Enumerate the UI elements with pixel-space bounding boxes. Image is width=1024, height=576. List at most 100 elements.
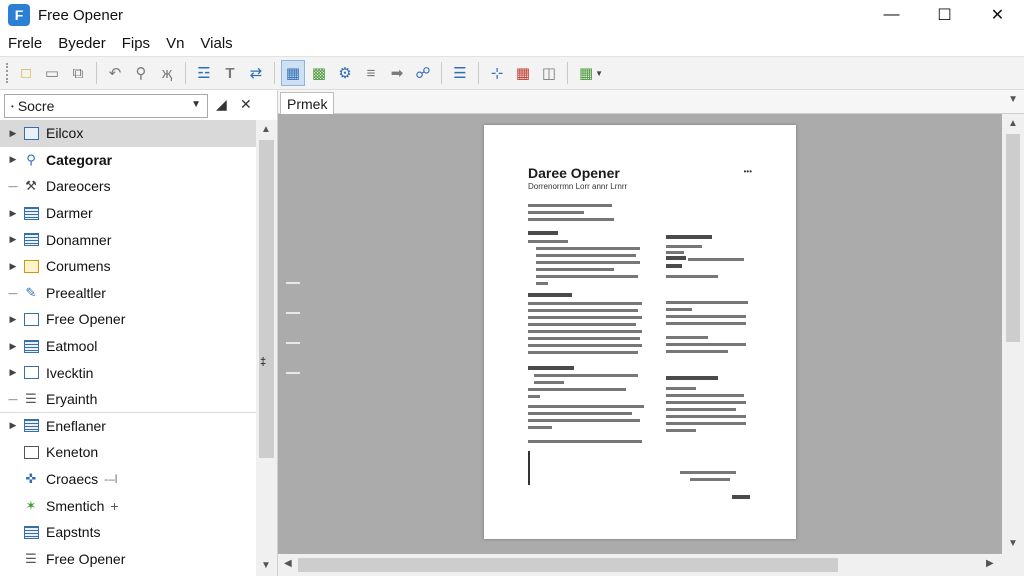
splitter-grip-icon[interactable]: ‡ [260,356,266,368]
scroll-thumb[interactable] [298,558,838,572]
document-page: Daree Opener Dorrenorrmn Lorr annr Lrnrr… [484,125,796,539]
crop-icon[interactable]: ⊹ [485,60,509,86]
tree-item[interactable]: ▶ Eilcox [0,120,256,147]
format-icon[interactable]: ☲ [192,60,216,86]
copy-icon[interactable]: ⧉ [66,60,90,86]
text-line [528,302,642,305]
text-line [666,245,702,248]
filter-icon[interactable]: җ [155,60,179,86]
expand-arrow-icon[interactable]: ▶ [6,420,20,431]
scroll-right-icon[interactable]: ▶ [986,558,994,569]
scroll-left-icon[interactable]: ◀ [284,558,292,569]
text-icon[interactable]: T [218,60,242,86]
tree-item[interactable]: ▶ Corumens [0,253,256,280]
menu-item-tips[interactable]: Fips [114,35,158,52]
menu-item-file[interactable]: Frele [0,35,50,52]
scroll-down-icon[interactable]: ▼ [261,560,271,571]
link-icon[interactable]: ☍ [411,60,435,86]
expand-arrow-icon[interactable]: ▶ [6,208,20,219]
maximize-button[interactable]: ☐ [918,0,971,30]
text-line [666,256,686,260]
toolbar-separator [441,62,442,84]
source-dropdown[interactable]: • Socre ▼ [4,94,208,118]
tree-item-label: Eapstnts [46,524,101,541]
text-line [666,264,682,268]
expand-arrow-icon[interactable]: ▶ [6,154,20,165]
tree-item[interactable]: Eapstnts [0,519,256,546]
zoom-icon[interactable]: ⚲ [129,60,153,86]
expand-arrow-icon[interactable]: ▶ [6,234,20,245]
menu-item-view[interactable]: Vn [158,35,192,52]
tree-item[interactable]: ✶ Smentich + [0,492,256,519]
image-view-icon[interactable]: ▦ [281,60,305,86]
menu-item-tools[interactable]: Vials [192,35,240,52]
folder-open-icon[interactable]: □ [14,60,38,86]
document-subtitle: Dorrenorrmn Lorr annr Lrnrr [528,182,628,191]
scroll-up-icon[interactable]: ▲ [261,124,271,135]
tree-item[interactable]: ▶ Darmer [0,200,256,227]
new-document-icon[interactable]: ▭ [40,60,64,86]
undo-icon[interactable]: ↶ [103,60,127,86]
tools-icon[interactable]: ⚙ [333,60,357,86]
image-box-icon [22,125,40,141]
text-line [666,322,746,325]
expand-arrow-icon[interactable]: ▶ [6,314,20,325]
graph-icon: ✶ [25,497,37,513]
preview-horizontal-scrollbar[interactable]: ◀ ▶ [278,554,1002,576]
scroll-up-icon[interactable]: ▲ [1008,118,1018,129]
tree-item[interactable]: ▶ Eneflaner [0,413,256,440]
toolbar-separator [274,62,275,84]
menu-item-edit[interactable]: Byeder [50,35,114,52]
scroll-down-icon[interactable]: ▼ [1008,538,1018,549]
stack-icon: ☰ [25,550,37,566]
text-line [528,351,638,354]
expand-arrow-icon[interactable]: ▶ [6,341,20,352]
source-label: Socre [17,98,55,114]
find-icon[interactable]: ◫ [537,60,561,86]
tree-line-icon: — [8,287,18,298]
document-mark: ••• [743,167,752,176]
tree-item[interactable]: ☰ Free Opener [0,546,256,573]
text-line [536,254,636,257]
expand-arrow-icon[interactable]: ▶ [6,261,20,272]
table-dropdown-icon[interactable]: ▦ ▼ [574,60,608,86]
minus-icon[interactable]: ≡ [359,60,383,86]
text-line [528,412,632,415]
tree-item[interactable]: ▶ Eatmool [0,333,256,360]
expand-arrow-icon[interactable]: ▶ [6,128,20,139]
toolbar-grip[interactable] [6,63,9,83]
tree-item[interactable]: — ⚒ Dareocers [0,173,256,200]
tree-item[interactable]: ▶ Free Opener [0,306,256,333]
arrow-icon[interactable]: ➡ [385,60,409,86]
preview-vertical-scrollbar[interactable]: ▲ ▼ [1002,114,1024,554]
list-icon[interactable]: ☰ [448,60,472,86]
tree-scrollbar[interactable]: ▲ ‡ ▼ [256,120,277,576]
tree-item[interactable]: — ☰ Eryainth [0,386,256,413]
close-panel-icon[interactable]: ✕ [240,96,252,113]
scroll-thumb[interactable] [259,140,274,458]
replace-icon[interactable]: ⇄ [244,60,268,86]
text-line [528,316,642,319]
tab-preview[interactable]: Prmek [280,92,335,114]
tree-item[interactable]: — ✎ Preealtler [0,280,256,307]
tree-item[interactable]: ▶ Donamner [0,226,256,253]
scroll-thumb[interactable] [1006,134,1020,342]
tree-item[interactable]: Keneton [0,439,256,466]
text-line [528,388,626,391]
tree-item[interactable]: ▶ ⚲ Categorar [0,147,256,174]
tree-item[interactable]: ✜ Croaecs -–l [0,466,256,493]
text-line [534,381,564,384]
text-line [528,440,642,443]
nodes-icon: ⚲ [26,151,36,167]
layout-icon[interactable]: ▩ [307,60,331,86]
tree-item-label: Dareocers [46,178,111,195]
grid-icon[interactable]: ▦ [511,60,535,86]
minimize-button[interactable]: — [865,0,918,30]
app-window: F Free Opener — ☐ ✕ Frele Byeder Fips Vn… [0,0,1024,576]
close-button[interactable]: ✕ [971,0,1024,30]
expand-arrow-icon[interactable]: ▶ [6,367,20,378]
tree-item[interactable]: ▶ Ivecktin [0,359,256,386]
tree-item-label: Corumens [46,258,111,275]
chevron-down-icon[interactable]: ▼ [1008,94,1018,105]
pin-icon[interactable]: ◢ [216,96,227,113]
